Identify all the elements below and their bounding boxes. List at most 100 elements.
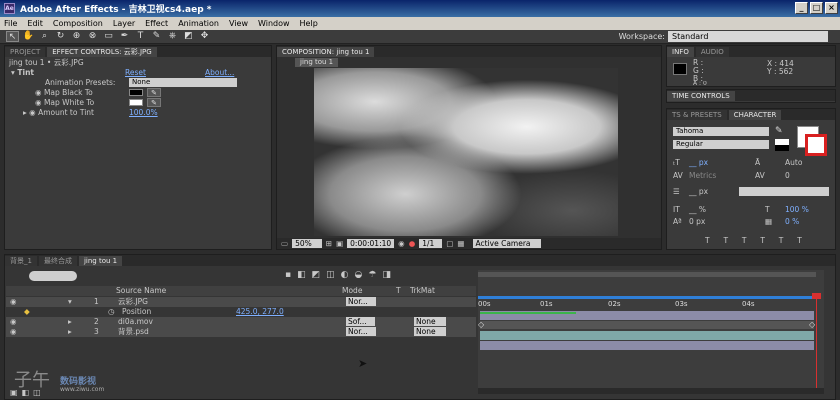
stroke-color-swatch[interactable]: [805, 134, 827, 156]
font-size-value[interactable]: __ px: [689, 158, 708, 167]
timeline-search-input[interactable]: [29, 271, 77, 281]
eyedropper-icon[interactable]: ✎: [775, 126, 783, 136]
hand-tool-icon[interactable]: ✋: [22, 31, 35, 42]
amount-to-tint-value[interactable]: 100.0%: [129, 108, 158, 117]
expand-chevron-icon[interactable]: ▸: [68, 327, 72, 337]
layer-mode-select[interactable]: Nor...: [346, 327, 376, 336]
keyframe-nav-icon[interactable]: ◆: [24, 307, 30, 317]
trkmat-select[interactable]: None: [414, 317, 446, 326]
layer-row-position[interactable]: ◆ ◷ Position 425.0, 277.0: [6, 307, 476, 317]
menu-window[interactable]: Window: [258, 19, 290, 28]
timecode-field[interactable]: 0:00:01:10: [347, 239, 395, 248]
font-style-select[interactable]: Regular: [673, 140, 769, 149]
menu-file[interactable]: File: [4, 19, 17, 28]
keyframe-start-icon[interactable]: ◇: [478, 320, 484, 329]
tab-comp-bg[interactable]: 背景_1: [5, 256, 37, 266]
grid-icon[interactable]: ⊞: [326, 239, 332, 248]
tab-time-controls[interactable]: TIME CONTROLS: [667, 91, 735, 101]
map-white-swatch[interactable]: [129, 99, 143, 106]
effect-about-link[interactable]: About...: [205, 68, 234, 77]
clone-stamp-tool-icon[interactable]: ⎈: [166, 31, 179, 42]
menu-edit[interactable]: Edit: [27, 19, 43, 28]
mode-header[interactable]: Mode: [342, 286, 362, 296]
layer-row-2[interactable]: ◉ ▸ 2 di0a.mov Sof... None: [6, 317, 476, 327]
camera-orbit-tool-icon[interactable]: ⊕: [70, 31, 83, 42]
layer-3-duration-bar[interactable]: [480, 341, 814, 350]
set-black-swatch[interactable]: [775, 145, 789, 151]
eye-icon[interactable]: ◉: [10, 317, 17, 327]
zoom-tool-icon[interactable]: ⌕: [38, 31, 51, 42]
transparency-grid-icon[interactable]: ▦: [457, 239, 464, 248]
region-of-interest-icon[interactable]: ▢: [446, 239, 453, 248]
pen-tool-icon[interactable]: ✒: [118, 31, 131, 42]
camera-select[interactable]: Active Camera: [472, 239, 541, 248]
tab-effect-controls[interactable]: EFFECT CONTROLS: 云彩.JPG: [47, 47, 157, 57]
menu-view[interactable]: View: [229, 19, 248, 28]
time-ruler[interactable]: 00s 01s 02s 03s 04s: [478, 300, 824, 310]
layer-name[interactable]: 背景.psd: [118, 327, 149, 337]
playhead-line[interactable]: [816, 296, 817, 392]
pan-behind-tool-icon[interactable]: ⊗: [86, 31, 99, 42]
map-black-swatch[interactable]: [129, 89, 143, 96]
timeline-horizontal-scrollbar[interactable]: [478, 388, 824, 394]
animation-presets-select[interactable]: None: [129, 78, 237, 87]
expand-chevron-icon[interactable]: ▾: [68, 297, 72, 307]
kerning-value[interactable]: Metrics: [689, 171, 716, 180]
stroke-type-select[interactable]: [739, 187, 829, 196]
layer-row-1[interactable]: ◉ ▾ 1 云彩.JPG Nor...: [6, 297, 476, 307]
snapshot-icon[interactable]: ◉: [398, 239, 405, 248]
channel-icon[interactable]: ●: [409, 239, 416, 248]
menu-effect[interactable]: Effect: [145, 19, 168, 28]
menu-animation[interactable]: Animation: [178, 19, 219, 28]
tab-comp-final[interactable]: 最终合成: [38, 256, 77, 266]
timeline-switch-buttons[interactable]: ▪◧◩◫◐◒☂◨: [285, 270, 397, 280]
tsume-value[interactable]: 0 %: [785, 217, 799, 226]
eye-icon[interactable]: ◉: [10, 297, 17, 307]
brush-tool-icon[interactable]: ✎: [150, 31, 163, 42]
layer-row-3[interactable]: ◉ ▸ 3 背景.psd Nor... None: [6, 327, 476, 337]
text-style-buttons[interactable]: TTTTTT: [705, 236, 816, 245]
effect-reset-link[interactable]: Reset: [125, 68, 146, 77]
tab-effects-presets[interactable]: TS & PRESETS: [667, 110, 727, 120]
zoom-select[interactable]: 50%: [292, 239, 322, 248]
tab-character[interactable]: CHARACTER: [728, 110, 782, 120]
menu-composition[interactable]: Composition: [53, 19, 103, 28]
font-family-select[interactable]: Tahoma: [673, 127, 769, 136]
eraser-tool-icon[interactable]: ◩: [182, 31, 195, 42]
baseline-shift-value[interactable]: 0 px: [689, 217, 705, 226]
position-value[interactable]: 425.0, 277.0: [236, 307, 284, 317]
maximize-button[interactable]: □: [810, 2, 823, 14]
eyedropper-black-icon[interactable]: ✎: [147, 88, 161, 97]
workspace-select[interactable]: Standard: [668, 31, 828, 42]
position-keyframe-track[interactable]: [480, 321, 814, 329]
tab-composition[interactable]: COMPOSITION: jing tou 1: [277, 47, 375, 57]
stopwatch-icon[interactable]: ◷: [108, 307, 115, 317]
layer-mode-select[interactable]: Nor...: [346, 297, 376, 306]
type-tool-icon[interactable]: T: [134, 31, 147, 42]
composition-subtab[interactable]: jing tou 1: [295, 58, 339, 67]
minimize-button[interactable]: _: [795, 2, 808, 14]
eyedropper-white-icon[interactable]: ✎: [147, 98, 161, 107]
menu-layer[interactable]: Layer: [113, 19, 135, 28]
keyframe-end-icon[interactable]: ◇: [809, 320, 815, 329]
close-button[interactable]: ×: [825, 2, 838, 14]
layer-2-duration-bar[interactable]: [480, 331, 814, 340]
stroke-width-value[interactable]: __ px: [689, 187, 708, 196]
tab-comp-jing-tou[interactable]: jing tou 1: [78, 256, 123, 266]
menu-help[interactable]: Help: [300, 19, 318, 28]
always-preview-icon[interactable]: ▭: [281, 239, 288, 248]
composition-viewer[interactable]: [314, 68, 618, 236]
mask-icon[interactable]: ▣: [336, 239, 343, 248]
tab-project[interactable]: PROJECT: [5, 47, 46, 57]
trkmat-header[interactable]: TrkMat: [410, 286, 435, 296]
time-navigator[interactable]: [478, 272, 816, 277]
tab-info[interactable]: INFO: [667, 47, 694, 57]
layer-name[interactable]: 云彩.JPG: [118, 297, 148, 307]
vertical-scale-value[interactable]: __ %: [689, 205, 706, 214]
rotate-tool-icon[interactable]: ↻: [54, 31, 67, 42]
eye-icon[interactable]: ◉: [10, 327, 17, 337]
puppet-pin-tool-icon[interactable]: ✥: [198, 31, 211, 42]
effect-name[interactable]: ▾ Tint: [11, 68, 34, 77]
rectangle-mask-tool-icon[interactable]: ▭: [102, 31, 115, 42]
leading-value[interactable]: Auto: [785, 158, 802, 167]
